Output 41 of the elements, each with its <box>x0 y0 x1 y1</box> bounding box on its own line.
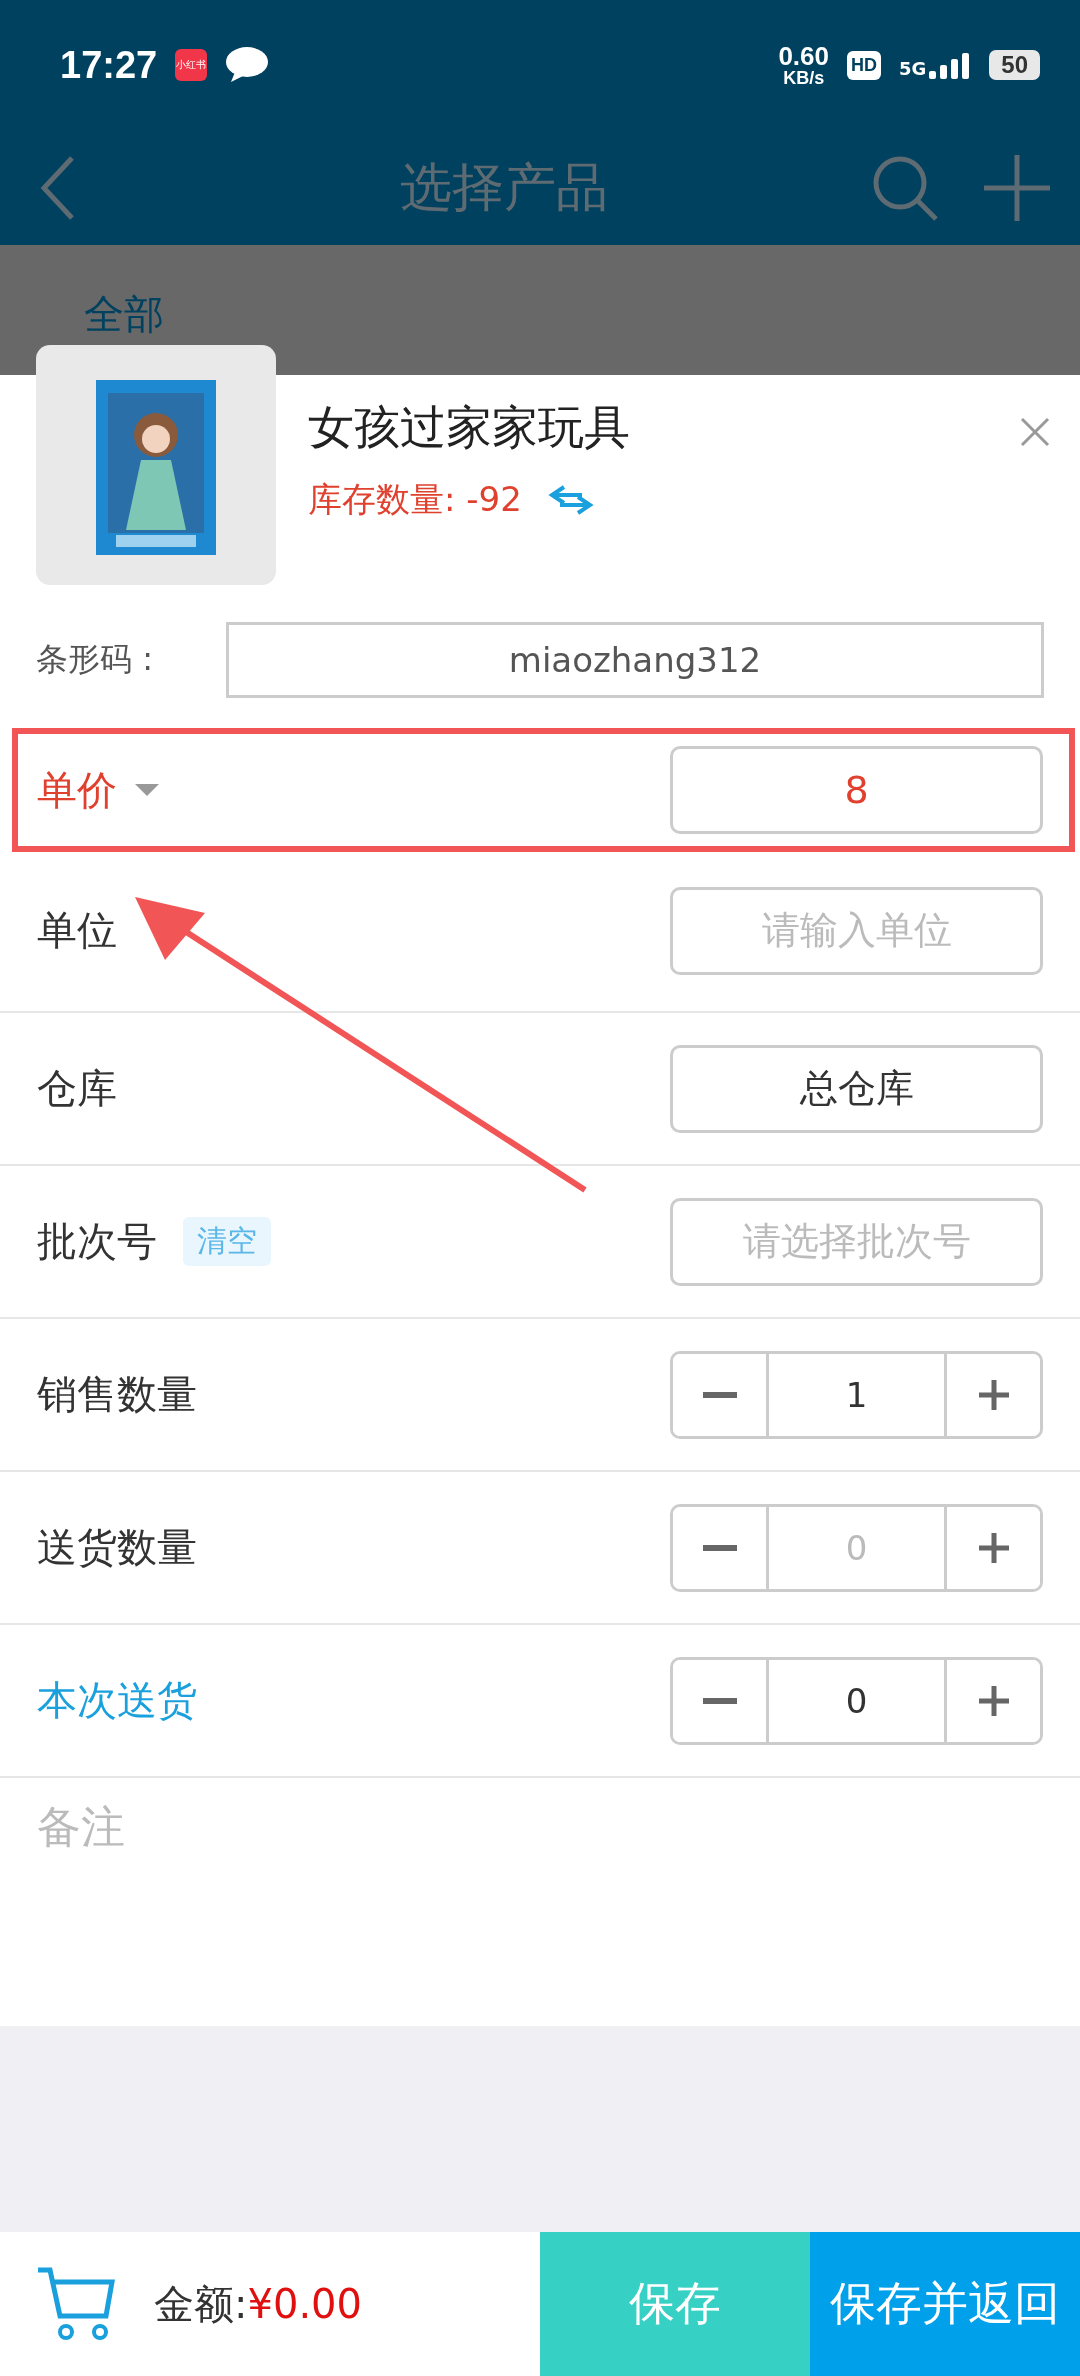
stepper[interactable]: 0 <box>670 1656 1043 1745</box>
field-label: 单位 <box>37 906 117 955</box>
barcode-label: 条形码 : <box>36 639 154 680</box>
signal-icon <box>929 51 972 79</box>
clear-button[interactable]: 清空 <box>183 1217 271 1266</box>
input-field[interactable]: 8 <box>670 746 1043 834</box>
stock-quantity: 库存数量: -92 <box>308 478 522 521</box>
field-label: 批次号 <box>37 1217 157 1266</box>
plus-icon <box>978 1532 1009 1563</box>
app-notification-icon: 小红书 <box>175 49 208 81</box>
caret-icon[interactable] <box>135 784 159 796</box>
minus-icon <box>702 1391 737 1398</box>
select-field[interactable]: 总仓库 <box>670 1044 1043 1133</box>
field-label: 单价 <box>37 765 117 815</box>
amount-label: 金额: <box>154 2280 248 2327</box>
add-icon[interactable] <box>984 154 1050 221</box>
field-label: 销售数量 <box>37 1370 197 1419</box>
save-button[interactable]: 保存 <box>540 2232 810 2376</box>
clock: 17:27 <box>60 43 158 87</box>
page-title: 选择产品 <box>399 155 609 219</box>
network-type: 5G <box>899 58 927 79</box>
product-name: 女孩过家家玩具 <box>308 399 631 456</box>
field-label: 仓库 <box>37 1064 117 1113</box>
battery-icon: 50 <box>989 50 1040 80</box>
barcode-field[interactable]: miaozhang312 <box>226 622 1044 698</box>
select-field[interactable]: 请选择批次号 <box>670 1197 1043 1286</box>
amount-value: ¥0.00 <box>247 2280 362 2327</box>
plus-icon <box>978 1379 1009 1410</box>
save-and-return-button[interactable]: 保存并返回 <box>810 2232 1080 2376</box>
input-field[interactable]: 请输入单位 <box>670 886 1043 975</box>
stepper[interactable]: 1 <box>670 1350 1043 1439</box>
hd-icon: HD <box>847 50 881 80</box>
plus-icon <box>978 1685 1009 1716</box>
category-tab[interactable]: 全部 <box>84 287 164 342</box>
field-label: 本次送货 <box>37 1676 197 1725</box>
minus-icon <box>702 1697 737 1704</box>
minus-icon <box>702 1544 737 1551</box>
field-label: 送货数量 <box>37 1523 197 1572</box>
swap-icon[interactable] <box>547 483 594 517</box>
network-speed: 0.60 KB/s <box>778 43 829 87</box>
chat-icon <box>225 46 270 84</box>
